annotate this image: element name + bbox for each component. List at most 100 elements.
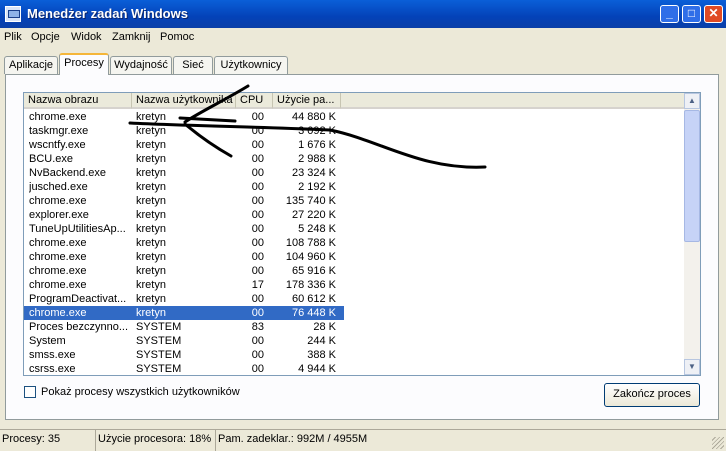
table-row[interactable]: jusched.exe kretyn 00 2 192 K bbox=[24, 180, 686, 194]
table-row[interactable]: NvBackend.exe kretyn 00 23 324 K bbox=[24, 166, 686, 180]
task-manager-icon bbox=[5, 6, 21, 22]
process-list[interactable]: Nazwa obrazu Nazwa użytkownika CPU Użyci… bbox=[23, 92, 701, 376]
table-row[interactable]: ProgramDeactivat... kretyn 00 60 612 K bbox=[24, 292, 686, 306]
process-name: explorer.exe bbox=[29, 209, 89, 221]
end-process-button[interactable]: Zakończ proces bbox=[604, 383, 700, 407]
window-title: Menedżer zadań Windows bbox=[27, 6, 188, 21]
process-user: kretyn bbox=[136, 139, 166, 151]
table-row[interactable]: TuneUpUtilitiesAp... kretyn 00 5 248 K bbox=[24, 222, 686, 236]
process-cpu: 00 bbox=[251, 167, 264, 179]
process-name: System bbox=[29, 335, 66, 347]
process-cpu: 00 bbox=[251, 181, 264, 193]
menu-pomoc[interactable]: Pomoc bbox=[160, 31, 194, 43]
table-row[interactable]: BCU.exe kretyn 00 2 988 K bbox=[24, 152, 686, 166]
process-memory: 2 192 K bbox=[298, 181, 336, 193]
menu-opcje[interactable]: Opcje bbox=[31, 31, 60, 43]
maximize-button[interactable]: □ bbox=[682, 5, 701, 23]
process-user: kretyn bbox=[136, 265, 166, 277]
process-user: kretyn bbox=[136, 153, 166, 165]
table-row[interactable]: chrome.exe kretyn 00 135 740 K bbox=[24, 194, 686, 208]
status-bar: Procesy: 35 Użycie procesora: 18% Pam. z… bbox=[0, 429, 726, 451]
process-user: kretyn bbox=[136, 181, 166, 193]
process-memory: 5 248 K bbox=[298, 223, 336, 235]
process-cpu: 00 bbox=[251, 111, 264, 123]
scroll-up-icon[interactable]: ▲ bbox=[684, 93, 700, 109]
process-cpu: 00 bbox=[251, 265, 264, 277]
column-cpu[interactable]: CPU bbox=[236, 93, 273, 109]
process-name: ProgramDeactivat... bbox=[29, 293, 127, 305]
process-memory: 178 336 K bbox=[285, 279, 336, 291]
process-memory: 108 788 K bbox=[285, 237, 336, 249]
menu-zamknij[interactable]: Zamknij bbox=[112, 31, 151, 43]
process-memory: 104 960 K bbox=[285, 251, 336, 263]
tab-uzytkownicy[interactable]: Użytkownicy bbox=[214, 56, 288, 74]
process-name: chrome.exe bbox=[29, 251, 87, 263]
process-user: kretyn bbox=[136, 195, 166, 207]
table-row[interactable]: System SYSTEM 00 244 K bbox=[24, 334, 686, 348]
table-row[interactable]: chrome.exe kretyn 00 104 960 K bbox=[24, 250, 686, 264]
process-user: SYSTEM bbox=[136, 321, 182, 333]
table-row[interactable]: taskmgr.exe kretyn 00 3 092 K bbox=[24, 124, 686, 138]
scroll-thumb[interactable] bbox=[684, 110, 700, 242]
process-cpu: 00 bbox=[251, 223, 264, 235]
scroll-down-icon[interactable]: ▼ bbox=[684, 359, 700, 375]
column-user-name[interactable]: Nazwa użytkownika bbox=[132, 93, 236, 109]
process-user: kretyn bbox=[136, 167, 166, 179]
table-row[interactable]: wscntfy.exe kretyn 00 1 676 K bbox=[24, 138, 686, 152]
table-row[interactable]: smss.exe SYSTEM 00 388 K bbox=[24, 348, 686, 362]
table-row[interactable]: csrss.exe SYSTEM 00 4 944 K bbox=[24, 362, 686, 375]
status-process-count: Procesy: 35 bbox=[0, 430, 96, 451]
minimize-button[interactable]: _ bbox=[660, 5, 679, 23]
table-row[interactable]: chrome.exe kretyn 17 178 336 K bbox=[24, 278, 686, 292]
process-memory: 388 K bbox=[307, 349, 336, 361]
process-name: Proces bezczynno... bbox=[29, 321, 129, 333]
table-row[interactable]: chrome.exe kretyn 00 65 916 K bbox=[24, 264, 686, 278]
process-name: BCU.exe bbox=[29, 153, 74, 165]
status-commit-charge: Pam. zadeklar.: 992M / 4955M bbox=[218, 433, 368, 445]
process-cpu: 00 bbox=[251, 209, 264, 221]
process-memory: 244 K bbox=[307, 335, 336, 347]
close-button[interactable]: ✕ bbox=[704, 5, 723, 23]
tab-wydajnosc[interactable]: Wydajność bbox=[110, 56, 172, 74]
process-memory: 60 612 K bbox=[291, 293, 336, 305]
process-user: kretyn bbox=[136, 279, 166, 291]
table-row[interactable]: Proces bezczynno... SYSTEM 83 28 K bbox=[24, 320, 686, 334]
table-row[interactable]: explorer.exe kretyn 00 27 220 K bbox=[24, 208, 686, 222]
column-memory[interactable]: Użycie pa... bbox=[273, 93, 341, 109]
menu-plik[interactable]: Plik bbox=[4, 31, 22, 43]
process-memory: 28 K bbox=[313, 321, 336, 333]
column-filler bbox=[341, 93, 686, 109]
resize-grip-icon[interactable] bbox=[712, 437, 724, 449]
status-cpu-usage: Użycie procesora: 18% bbox=[96, 430, 216, 451]
process-cpu: 00 bbox=[251, 349, 264, 361]
tab-procesy[interactable]: Procesy bbox=[59, 53, 109, 75]
process-name: NvBackend.exe bbox=[29, 167, 107, 179]
process-user: kretyn bbox=[136, 237, 166, 249]
process-cpu: 00 bbox=[251, 237, 264, 249]
table-row[interactable]: chrome.exe kretyn 00 76 448 K bbox=[24, 306, 344, 320]
table-row[interactable]: chrome.exe kretyn 00 44 880 K bbox=[24, 110, 686, 124]
column-image-name[interactable]: Nazwa obrazu bbox=[24, 93, 132, 109]
table-row[interactable]: chrome.exe kretyn 00 108 788 K bbox=[24, 236, 686, 250]
process-name: smss.exe bbox=[29, 349, 76, 361]
process-rows: chrome.exe kretyn 00 44 880 K taskmgr.exe kre… bbox=[24, 110, 686, 375]
process-cpu: 00 bbox=[251, 153, 264, 165]
menu-bar: Plik Opcje Widok Zamknij Pomoc bbox=[0, 28, 726, 48]
show-all-processes-checkbox[interactable] bbox=[24, 386, 36, 398]
process-user: kretyn bbox=[136, 125, 166, 137]
vertical-scrollbar[interactable]: ▲ ▼ bbox=[684, 93, 700, 375]
process-cpu: 00 bbox=[251, 363, 264, 375]
process-name: jusched.exe bbox=[29, 181, 88, 193]
tab-siec[interactable]: Sieć bbox=[173, 56, 213, 74]
process-memory: 76 448 K bbox=[291, 307, 336, 319]
process-cpu: 00 bbox=[251, 307, 264, 319]
process-user: kretyn bbox=[136, 293, 166, 305]
process-user: SYSTEM bbox=[136, 363, 182, 375]
menu-widok[interactable]: Widok bbox=[71, 31, 102, 43]
process-cpu: 00 bbox=[251, 251, 264, 263]
process-user: SYSTEM bbox=[136, 335, 182, 347]
process-name: csrss.exe bbox=[29, 363, 76, 375]
process-cpu: 83 bbox=[251, 321, 264, 333]
tab-aplikacje[interactable]: Aplikacje bbox=[4, 56, 58, 74]
title-bar[interactable]: Menedżer zadań Windows _ □ ✕ bbox=[0, 0, 726, 28]
